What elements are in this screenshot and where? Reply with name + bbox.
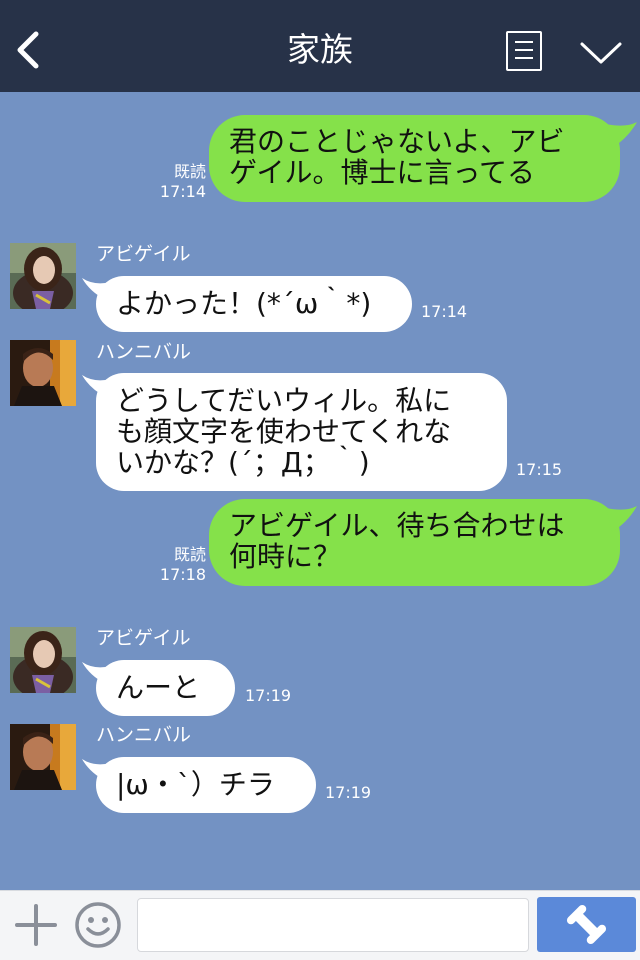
- smiley-icon: [75, 902, 121, 948]
- call-button[interactable]: [537, 897, 636, 952]
- bubble-tail: [82, 375, 111, 397]
- menu-list-icon[interactable]: [506, 31, 542, 71]
- sender-name: ハンニバル: [96, 724, 192, 746]
- outgoing-message-bubble[interactable]: アビゲイル、待ち合わせは 何時に？: [209, 499, 620, 586]
- hannibal-portrait: [10, 724, 76, 790]
- avatar-hannibal[interactable]: [10, 724, 76, 790]
- message-line: アビゲイル、待ち合わせは: [229, 509, 565, 542]
- message-line: 何時に？: [229, 540, 342, 573]
- read-label: 既読: [173, 162, 206, 181]
- bubble-tail: [82, 759, 111, 781]
- plus-icon: [15, 904, 57, 946]
- hannibal-portrait: [10, 340, 76, 406]
- message-line: |ω・`）チラ: [116, 768, 275, 801]
- add-button[interactable]: [14, 903, 58, 947]
- sender-name: アビゲイル: [96, 627, 191, 649]
- chevron-down-icon: [580, 42, 622, 64]
- avatar-hannibal[interactable]: [10, 340, 76, 406]
- bubble-tail: [82, 662, 111, 684]
- read-status: 既読 17:14: [152, 162, 206, 202]
- read-status: 既読 17:18: [152, 545, 206, 585]
- abigail-portrait: [10, 243, 76, 309]
- emoji-button[interactable]: [74, 901, 122, 949]
- message-time: 17:14: [421, 302, 468, 321]
- abigail-portrait: [10, 627, 76, 693]
- outgoing-message-bubble[interactable]: 君のことじゃないよ、アビ ゲイル。博士に言ってる: [209, 115, 620, 202]
- incoming-message-bubble[interactable]: んーと: [96, 660, 235, 716]
- message-time: 17:18: [159, 565, 206, 584]
- message-time: 17:14: [159, 182, 206, 201]
- message-line: んーと: [116, 671, 201, 704]
- message-line: いかな？(´；Д；｀): [116, 446, 370, 479]
- message-time: 17:15: [516, 460, 563, 479]
- phone-icon: [566, 904, 607, 945]
- message-line: どうしてだいウィル。私に: [116, 384, 452, 417]
- read-label: 既読: [173, 545, 206, 564]
- message-line: も顔文字を使わせてくれな: [116, 415, 452, 448]
- message-time: 17:19: [245, 686, 292, 705]
- message-line: よかった！(*´ω｀*): [116, 287, 372, 320]
- chat-title: 家族: [287, 30, 353, 69]
- avatar-abigail[interactable]: [10, 243, 76, 309]
- message-line: ゲイル。博士に言ってる: [229, 156, 536, 189]
- chat-header: 家族: [0, 0, 640, 92]
- incoming-message-bubble[interactable]: どうしてだいウィル。私に も顔文字を使わせてくれな いかな？(´；Д；｀): [96, 373, 507, 491]
- input-bar: [0, 890, 640, 960]
- incoming-message-bubble[interactable]: よかった！(*´ω｀*): [96, 276, 412, 332]
- message-time: 17:19: [325, 783, 372, 802]
- message-line: 君のことじゃないよ、アビ: [229, 125, 565, 158]
- sender-name: アビゲイル: [96, 243, 191, 265]
- bubble-tail: [82, 278, 111, 300]
- back-button[interactable]: [10, 28, 50, 72]
- incoming-message-bubble[interactable]: |ω・`）チラ: [96, 757, 316, 813]
- bubble-tail: [606, 122, 637, 148]
- message-input[interactable]: [137, 898, 529, 952]
- avatar-abigail[interactable]: [10, 627, 76, 693]
- sender-name: ハンニバル: [96, 341, 192, 363]
- message-list[interactable]: 既読 17:14 君のことじゃないよ、アビ ゲイル。博士に言ってる アビゲイル …: [0, 92, 640, 890]
- chevron-left-icon: [17, 31, 39, 69]
- expand-button[interactable]: [578, 34, 624, 70]
- bubble-tail: [606, 506, 637, 532]
